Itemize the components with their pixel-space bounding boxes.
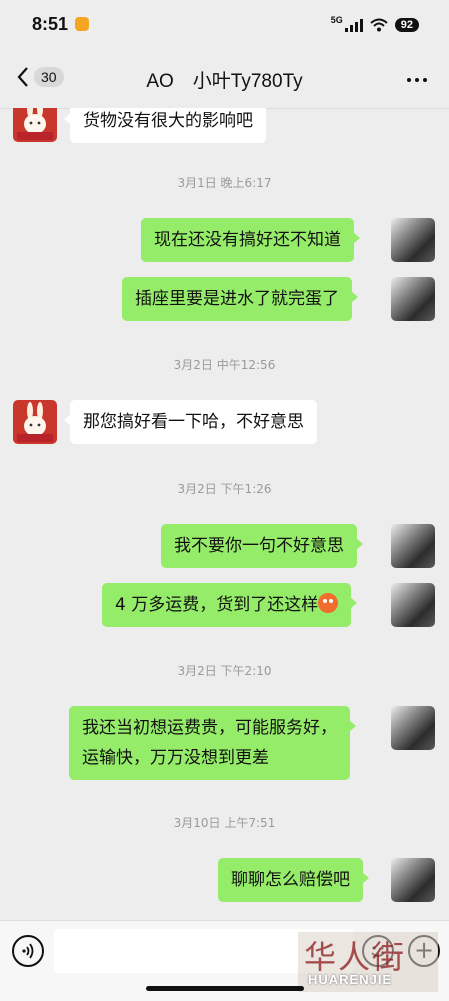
voice-icon [22,943,34,959]
message-bubble-outgoing[interactable]: 现在还没有搞好还不知道 [141,218,360,262]
message-timestamp: 3月10日 上午7:51 [173,816,276,830]
my-avatar[interactable] [391,858,435,902]
message-timestamp: 3月2日 下午2:10 [177,664,272,678]
home-indicator[interactable] [146,986,304,991]
message-line: 我还当初想运费贵，可能服务好， [82,718,337,738]
wifi-icon [370,18,388,32]
my-avatar[interactable] [391,706,435,750]
message-bubble-incoming[interactable]: 那您搞好看一下哈，不好意思 [64,400,317,444]
status-bar: 8:51 5G 92 [0,0,449,50]
message-bubble-outgoing[interactable]: 聊聊怎么赔偿吧 [218,858,369,902]
message-timestamp: 3月2日 下午1:26 [177,482,272,496]
more-options-button[interactable] [407,78,427,82]
message-bubble-outgoing[interactable]: 插座里要是进水了就完蛋了 [122,277,358,321]
message-timestamp: 3月2日 中午12:56 [173,358,276,372]
watermark-logo: 华人街 HUARENJIE [298,932,438,992]
app-notification-icon [75,17,89,31]
message-line: 运输快，万万没想到更差 [82,748,269,768]
my-avatar[interactable] [391,218,435,262]
contact-avatar[interactable] [13,108,57,142]
message-bubble-outgoing[interactable]: 我不要你一句不好意思 [161,524,363,568]
signal-icon [344,18,363,32]
message-bubble-outgoing[interactable]: 4 万多运费，货到了还这样 [102,583,358,627]
message-list[interactable]: 货物没有很大的影响吧 3月1日 晚上6:17 现在还没有搞好还不知道 插座里要是… [0,108,449,920]
battery-indicator: 92 [394,18,419,32]
my-avatar[interactable] [391,277,435,321]
rabbit-icon [17,108,53,140]
chat-header: 30 AO 小叶Ty780Ty [0,50,449,109]
message-text: 4 万多运费，货到了还这样 [115,595,319,615]
status-time: 8:51 [32,14,69,34]
rabbit-icon [17,402,53,442]
my-avatar[interactable] [391,583,435,627]
status-indicators: 5G 92 [331,14,419,36]
my-avatar[interactable] [391,524,435,568]
message-bubble-outgoing[interactable]: 我还当初想运费贵，可能服务好， 运输快，万万没想到更差 [69,706,356,780]
watermark-subtext: HUARENJIE [308,972,393,987]
message-bubble-incoming[interactable]: 货物没有很大的影响吧 [64,108,266,143]
chat-title: AO 小叶Ty780Ty [146,71,303,92]
angry-face-emoji-icon [318,593,339,613]
voice-input-button[interactable] [12,935,44,967]
contact-avatar[interactable] [13,400,57,444]
network-label: 5G [330,15,343,25]
message-timestamp: 3月1日 晚上6:17 [177,176,272,190]
